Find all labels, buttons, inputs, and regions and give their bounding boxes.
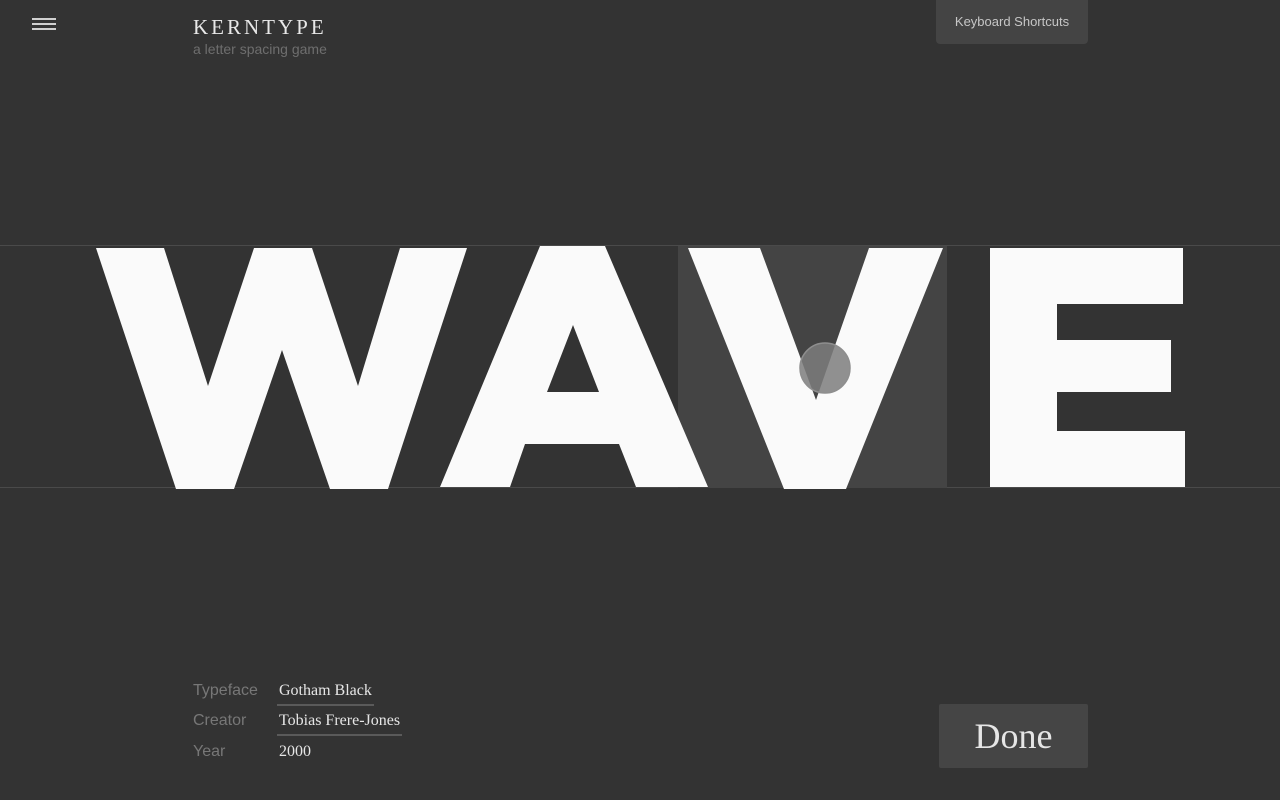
letter-a [440,246,708,487]
typeface-label: Typeface [193,682,258,699]
typeface-link[interactable]: Gotham Black [277,682,374,706]
year-label: Year [193,743,226,760]
letter-e [990,248,1185,487]
letter-w [96,248,467,489]
creator-label: Creator [193,712,247,729]
creator-link[interactable]: Tobias Frere-Jones [277,712,403,736]
drag-handle-circle[interactable] [799,342,851,394]
done-button[interactable]: Done [939,704,1088,768]
year-value: 2000 [279,743,311,760]
word-stage [96,246,1185,489]
